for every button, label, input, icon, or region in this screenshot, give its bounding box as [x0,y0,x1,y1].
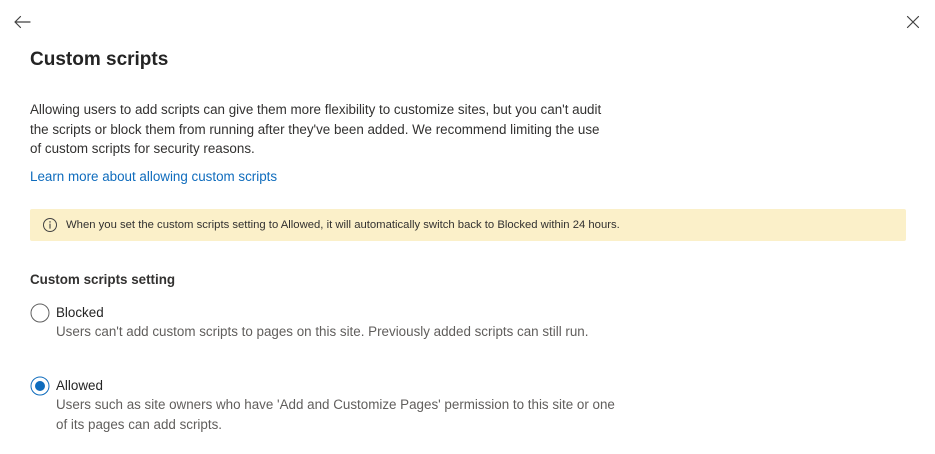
setting-label: Custom scripts setting [30,272,176,287]
arrow-left-icon [14,15,31,29]
banner-text: When you set the custom scripts setting … [66,219,620,231]
close-button[interactable] [903,12,923,32]
learn-more-link[interactable]: Learn more about allowing custom scripts [30,169,277,184]
radio-blocked[interactable] [30,303,50,323]
warning-banner: When you set the custom scripts setting … [30,209,906,241]
info-icon [42,217,58,233]
back-button[interactable] [12,12,32,32]
option-allowed-description: Users such as site owners who have 'Add … [56,397,615,432]
custom-scripts-panel: Custom scripts Allowing users to add scr… [0,0,935,454]
radio-allowed[interactable] [30,376,50,396]
page-title: Custom scripts [30,49,169,70]
close-icon [906,15,920,29]
option-blocked-label[interactable]: Blocked [56,305,104,320]
option-blocked-description: Users can't add custom scripts to pages … [56,324,589,339]
panel-description: Allowing users to add scripts can give t… [30,102,602,156]
option-allowed-label[interactable]: Allowed [56,378,103,393]
